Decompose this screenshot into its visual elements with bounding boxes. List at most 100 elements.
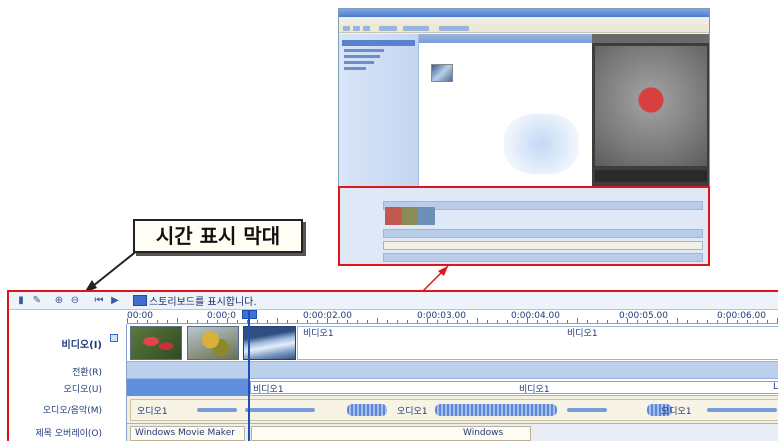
waveform	[197, 408, 237, 412]
ruler-tick	[457, 320, 458, 323]
music-clip-label: 오디오1	[137, 407, 168, 417]
ruler-tick	[627, 318, 628, 323]
video-clip-label: 비디오1	[303, 329, 334, 339]
ruler-tick	[417, 320, 418, 323]
ruler-tick	[567, 320, 568, 323]
title-clip-label: Windows Movie Maker	[135, 428, 235, 438]
track-label-title: 제목 오버레이(O)	[35, 429, 102, 439]
ruler-tick	[287, 320, 288, 323]
ruler-tick	[267, 320, 268, 323]
ruler-tick	[677, 318, 678, 323]
ruler-tick	[607, 320, 608, 323]
play-icon[interactable]: ▶	[109, 295, 121, 307]
ruler-tick	[687, 320, 688, 323]
audio-track[interactable]: 비디오1 비디오1 L	[127, 379, 778, 396]
ruler-tick	[407, 320, 408, 323]
ruler-tick	[177, 318, 178, 323]
ruler-tick	[587, 320, 588, 323]
track-label-video[interactable]: 비디오(I)	[62, 336, 102, 351]
track-label-music: 오디오/음악(M)	[42, 406, 102, 416]
waveform	[567, 408, 607, 412]
ruler-tick	[497, 320, 498, 323]
expand-icon[interactable]	[110, 334, 118, 342]
timeline-tracks: 비디오1 비디오1 비디오1 비디오1 L 오디오1 오디오1 오디오1 Win	[127, 310, 778, 441]
waveform	[707, 408, 777, 412]
video-clip-label: 비디오1	[567, 329, 598, 339]
ruler-tick	[227, 318, 228, 323]
ruler-tick-label: 0:00:06.00	[717, 311, 767, 321]
ruler-tick	[257, 320, 258, 323]
ruler-tick	[507, 320, 508, 323]
playhead[interactable]	[248, 310, 250, 441]
transition-track[interactable]	[127, 362, 778, 379]
title-clip-label: Windows	[463, 428, 504, 438]
ruler-tick	[347, 320, 348, 323]
waveform	[435, 404, 557, 416]
show-storyboard-label[interactable]: 스토리보드를 표시합니다.	[149, 293, 257, 308]
ruler-tick	[377, 318, 378, 323]
ruler-tick	[167, 320, 168, 323]
rewind-icon[interactable]: ⏮	[93, 295, 105, 307]
title-overlay-track[interactable]: Windows Movie Maker Windows	[127, 424, 778, 441]
ruler-tick	[597, 320, 598, 323]
music-clip-label: 오디오1	[661, 407, 692, 417]
clip-tulips[interactable]	[130, 326, 182, 360]
ruler-tick	[127, 318, 128, 323]
ruler-tick	[477, 318, 478, 323]
audio-clip-label: 비디오1	[253, 385, 284, 395]
ruler-tick	[157, 320, 158, 323]
ruler-tick	[757, 320, 758, 323]
ruler-tick	[657, 320, 658, 323]
timeline-toolbar: ▮ ✎ ⊕ ⊖ ⏮ ▶ 스토리보드를 표시합니다.	[9, 292, 778, 310]
track-labels: 비디오(I) 전환(R) 오디오(U) 오디오/음악(M) 제목 오버레이(O)	[9, 324, 127, 441]
audio-track-leadin	[127, 379, 248, 396]
ruler-tick	[767, 320, 768, 323]
ruler-tick	[327, 318, 328, 323]
thumbnail-task-pane	[339, 34, 419, 187]
ruler-tick	[467, 320, 468, 323]
ruler-tick	[397, 320, 398, 323]
storyboard-toggle-icon[interactable]	[133, 295, 147, 306]
ruler-tick	[727, 318, 728, 323]
ruler-tick	[357, 320, 358, 323]
zoom-in-icon[interactable]: ⊕	[53, 295, 65, 307]
callout-label: 시간 표시 막대	[133, 219, 303, 253]
ruler-tick	[667, 320, 668, 323]
video-track[interactable]: 비디오1 비디오1	[127, 324, 778, 362]
ruler-tick	[217, 320, 218, 323]
thumbnail-menubar	[339, 17, 709, 24]
ruler-tick	[207, 320, 208, 323]
ruler-tick	[517, 320, 518, 323]
ruler-tick	[557, 320, 558, 323]
ruler-tick	[197, 320, 198, 323]
properties-icon[interactable]: ✎	[31, 295, 43, 307]
thumbnail-collection-pane	[419, 34, 592, 187]
ruler-tick	[707, 320, 708, 323]
waveform	[245, 408, 315, 412]
ruler-tick	[747, 320, 748, 323]
music-clip-label: 오디오1	[397, 407, 428, 417]
clip-winter[interactable]	[243, 326, 296, 360]
clip-autumn[interactable]	[187, 326, 239, 360]
music-track[interactable]: 오디오1 오디오1 오디오1	[127, 396, 778, 424]
storyboard-icon[interactable]: ▮	[15, 295, 27, 307]
ruler-tick	[547, 320, 548, 323]
ruler-tick-label: 0:00:0	[207, 311, 236, 321]
ruler-tick	[697, 320, 698, 323]
audio-clip-label: 비디오1	[519, 385, 550, 395]
ruler-tick	[147, 320, 148, 323]
video-clip-band[interactable]	[297, 326, 778, 360]
track-label-transition: 전환(R)	[72, 368, 102, 378]
ruler-tick	[317, 320, 318, 323]
thumbnail-preview-monitor	[592, 34, 709, 187]
ruler-tick	[437, 320, 438, 323]
audio-clip[interactable]	[250, 381, 778, 394]
ruler-tick	[737, 320, 738, 323]
ruler-tick	[537, 320, 538, 323]
ruler-tick	[527, 318, 528, 323]
time-ruler[interactable]: 00:00 0:00:0 0:00:02.00 0:00:03.00 0:00:04.0…	[127, 310, 778, 324]
ruler-tick	[647, 320, 648, 323]
ruler-tick-label: 0:00:04.00	[511, 311, 561, 321]
ruler-tick	[387, 320, 388, 323]
zoom-out-icon[interactable]: ⊖	[69, 295, 81, 307]
